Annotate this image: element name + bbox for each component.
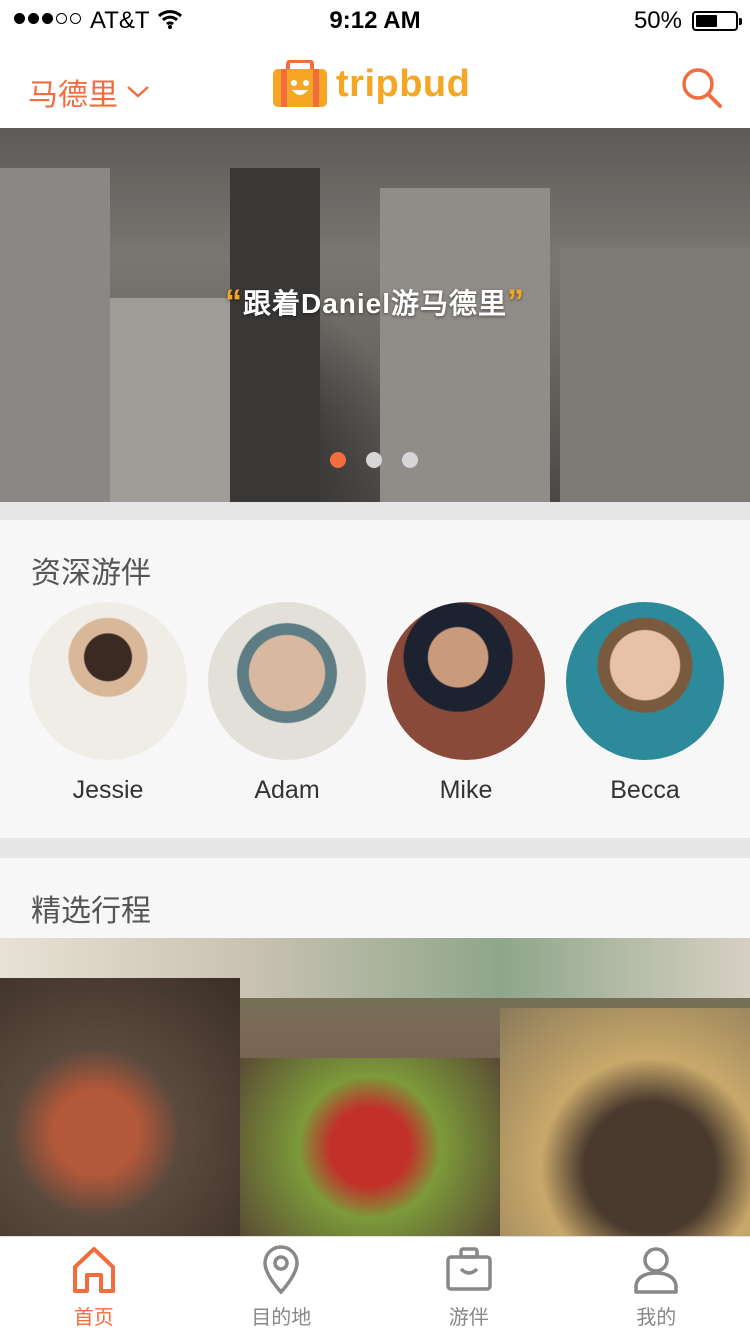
avatar [387, 602, 545, 760]
city-selector[interactable]: 马德里 [28, 70, 150, 114]
tab-profile[interactable]: 我的 [563, 1237, 750, 1335]
avatar [29, 602, 187, 760]
briefcase-icon [445, 1245, 493, 1293]
tab-label: 我的 [563, 1301, 750, 1330]
tab-home[interactable]: 首页 [0, 1237, 188, 1335]
search-button[interactable] [680, 66, 724, 115]
search-icon [680, 66, 724, 110]
senior-guides-section: 资深游伴 Jessie Adam Mike Becca [0, 520, 750, 838]
tab-label: 首页 [0, 1301, 188, 1330]
logo-text: tripbud [336, 63, 470, 106]
section-divider [0, 838, 750, 858]
tab-label: 游伴 [375, 1301, 563, 1330]
app-header: 马德里 tripbud [0, 40, 750, 128]
tab-label: 目的地 [188, 1301, 376, 1330]
status-bar: AT&T 9:12 AM 50% [0, 0, 750, 40]
guide-name: Becca [537, 776, 750, 805]
location-pin-icon [261, 1245, 301, 1295]
tab-guides[interactable]: 游伴 [375, 1237, 563, 1335]
avatar [566, 602, 724, 760]
section-title: 资深游伴 [31, 548, 151, 592]
banner-quote: “跟着Daniel游马德里” [0, 282, 750, 322]
app-logo: tripbud [272, 60, 470, 108]
avatar [208, 602, 366, 760]
home-icon [72, 1245, 116, 1295]
city-name: 马德里 [28, 70, 118, 114]
tab-destination[interactable]: 目的地 [188, 1237, 376, 1335]
carousel-dot[interactable] [402, 452, 418, 468]
section-title: 精选行程 [31, 886, 151, 930]
carousel-dot[interactable] [330, 452, 346, 468]
featured-trip-image[interactable] [0, 938, 750, 1236]
carousel-dot[interactable] [366, 452, 382, 468]
battery-percentage: 50% [634, 7, 682, 35]
section-divider [0, 502, 750, 520]
user-icon [633, 1245, 679, 1295]
featured-trips-section: 精选行程 [0, 858, 750, 938]
chevron-down-icon [126, 85, 150, 99]
hero-banner[interactable]: “跟着Daniel游马德里” [0, 128, 750, 502]
banner-quote-text: 跟着Daniel游马德里 [243, 288, 507, 319]
tab-bar: 首页 目的地 游伴 我的 [0, 1236, 750, 1335]
battery-icon [692, 11, 738, 31]
carousel-indicator [330, 452, 418, 468]
suitcase-logo-icon [272, 60, 328, 108]
